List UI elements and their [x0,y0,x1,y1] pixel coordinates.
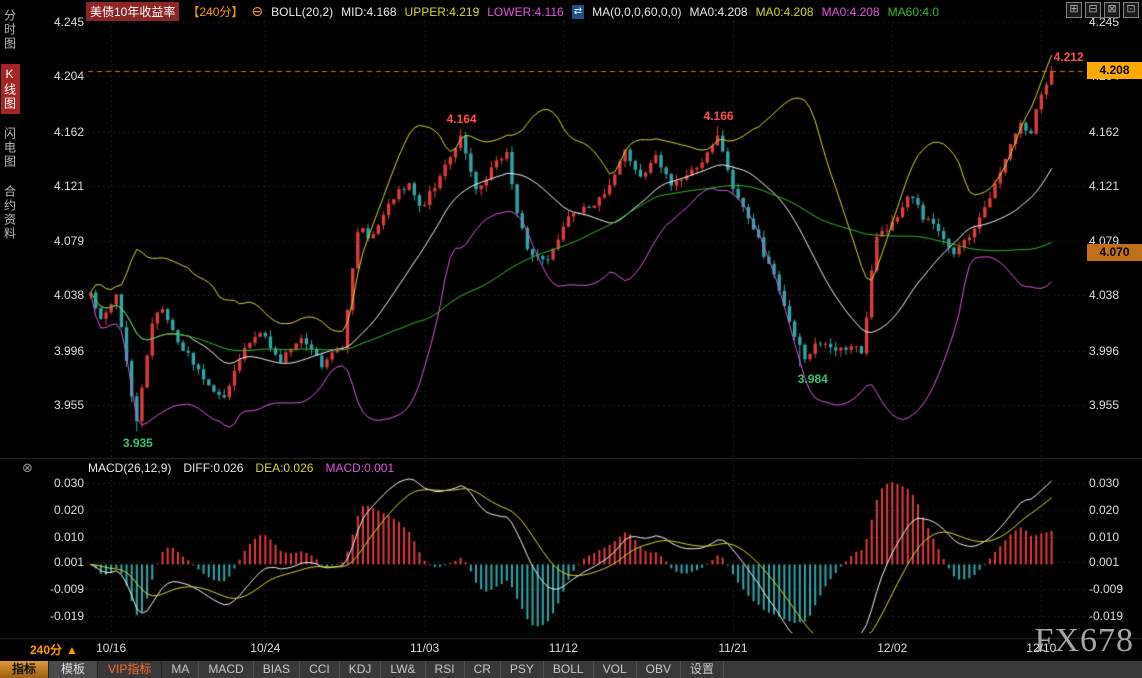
layout-columns-icon[interactable]: ⊠ [1104,2,1120,18]
ma60-value: MA60:4.0 [888,5,939,19]
ma0-value-2: MA0:4.208 [756,5,814,19]
toolbar-indicator[interactable]: CR [465,661,501,678]
price-axis-label: 4.038 [1089,288,1141,302]
boll-lower-value: LOWER:4.116 [487,5,563,19]
ma0-value-3: MA0:4.208 [822,5,880,19]
toolbar-indicator[interactable]: BOLL [544,661,594,678]
period-label: 【240分】 [187,3,243,20]
price-axis-label: 4.079 [42,234,84,248]
price-axis-label: 4.162 [1089,125,1141,139]
period-selector[interactable]: 240分 ▲ [30,641,78,658]
price-axis-label: 4.204 [42,69,84,83]
price-axis-label: 3.955 [42,398,84,412]
kline-chart-canvas[interactable] [0,0,1142,678]
layout-grid-icon[interactable]: ⊞ [1066,2,1082,18]
price-axis-label: 3.996 [42,344,84,358]
macd-panel-icon[interactable]: ⊗ [22,460,33,476]
price-axis-label: 4.121 [1089,179,1141,193]
price-annotation: 3.935 [123,436,153,450]
zoom-out-icon[interactable]: ⊖ [251,3,263,20]
price-annotation: 4.212 [1054,50,1084,64]
macd-axis-label: 0.020 [42,503,84,517]
toolbar-indicator[interactable]: KDJ [340,661,382,678]
sidebar-tab[interactable]: 分时图 [1,6,20,54]
sidebar-tab[interactable]: K线图 [1,64,20,114]
boll-label: BOLL(20,2) [271,5,333,19]
macd-header: MACD(26,12,9) DIFF:0.026 DEA:0.026 MACD:… [88,461,394,475]
price-axis-label: 3.996 [1089,344,1141,358]
instrument-title: 美债10年收益率 [86,2,179,21]
macd-axis-label: -0.019 [42,609,84,623]
boll-mid-value: MID:4.168 [341,5,396,19]
price-axis-label: 4.121 [42,179,84,193]
x-axis-date: 11/21 [718,641,747,655]
macd-axis-label: 0.030 [1089,476,1141,490]
layout-rows-icon[interactable]: ⊟ [1085,2,1101,18]
layout-single-icon[interactable]: ⊡ [1123,2,1139,18]
toolbar-indicator[interactable]: RSI [426,661,465,678]
chart-type-sidebar: 分时图 K线图闪电图合约资料 [0,6,20,244]
toolbar-tab[interactable]: 模板 [49,661,98,678]
x-axis-date: 11/12 [549,641,578,655]
toolbar-indicator[interactable]: VOL [594,661,637,678]
reference-price-tag: 4.070 [1087,244,1142,261]
price-annotation: 4.166 [704,109,734,123]
price-axis-label: 4.038 [42,288,84,302]
trading-terminal: 美债10年收益率 【240分】 ⊖ BOLL(20,2) MID:4.168 U… [0,0,1142,678]
period-text: 240分 [30,641,62,658]
x-axis-date: 10/16 [96,641,126,655]
macd-axis-label: 0.010 [1089,530,1141,544]
toolbar-indicator[interactable]: BIAS [254,661,300,678]
macd-dea-value: DEA:0.026 [255,461,313,475]
brand-watermark: FX678 [1035,622,1134,660]
macd-axis-label: 0.001 [1089,555,1141,569]
macd-axis-label: -0.009 [42,582,84,596]
toolbar-indicator[interactable]: MA [162,661,199,678]
toolbar-indicator[interactable]: CCI [300,661,340,678]
macd-axis-label: 0.001 [42,555,84,569]
toolbar-indicator[interactable]: PSY [501,661,544,678]
macd-diff-value: DIFF:0.026 [183,461,243,475]
ma0-value-1: MA0:4.208 [690,5,748,19]
macd-hist-value: MACD:0.001 [325,461,394,475]
toolbar-vip-tab[interactable]: VIP指标 [98,661,162,678]
macd-axis-label: 0.010 [42,530,84,544]
price-axis-label: 4.245 [42,15,84,29]
toolbar-indicator[interactable]: OBV [637,661,681,678]
macd-axis-label: 0.030 [42,476,84,490]
chart-header: 美债10年收益率 【240分】 ⊖ BOLL(20,2) MID:4.168 U… [86,2,939,21]
price-axis-label: 3.955 [1089,398,1141,412]
indicator-swap-icon[interactable]: ⇄ [572,5,584,19]
x-axis-date: 11/03 [410,641,439,655]
sidebar-tab[interactable]: 闪电图 [1,124,20,172]
x-axis-date: 10/24 [250,641,280,655]
macd-axis-label: 0.020 [1089,503,1141,517]
period-arrow-icon: ▲ [66,643,78,657]
toolbar-settings[interactable]: 设置 [681,661,724,678]
macd-axis-label: -0.019 [1089,609,1141,623]
toolbar-tab[interactable]: 指标 [0,661,49,678]
ma-label: MA(0,0,0,60,0,0) [592,5,681,19]
price-axis-label: 4.162 [42,125,84,139]
bottom-toolbar: 指标模板VIP指标MAMACDBIASCCIKDJLW&RSICRPSYBOLL… [0,661,1142,678]
toolbar-indicator[interactable]: MACD [199,661,253,678]
boll-upper-value: UPPER:4.219 [405,5,480,19]
price-annotation: 3.984 [798,372,828,386]
window-layout-buttons: ⊞⊟⊠⊡ [1066,2,1139,18]
last-price-tag: 4.208 [1087,62,1142,79]
x-axis-date: 12/02 [877,641,907,655]
toolbar-indicator[interactable]: LW& [381,661,425,678]
sidebar-tab[interactable]: 合约资料 [1,182,20,244]
macd-axis-label: -0.009 [1089,582,1141,596]
macd-label: MACD(26,12,9) [88,461,171,475]
price-annotation: 4.164 [447,112,477,126]
